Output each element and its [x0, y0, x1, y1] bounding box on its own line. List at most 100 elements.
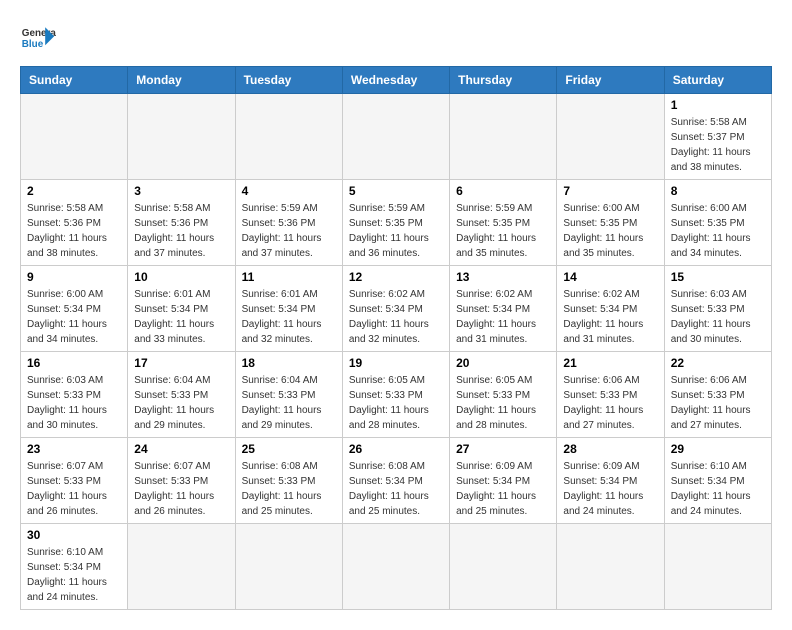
- calendar-cell: 7 Sunrise: 6:00 AMSunset: 5:35 PMDaylight…: [557, 180, 664, 266]
- day-number: 16: [27, 356, 121, 370]
- calendar-cell: [235, 94, 342, 180]
- day-number: 12: [349, 270, 443, 284]
- day-info: Sunrise: 6:02 AMSunset: 5:34 PMDaylight:…: [456, 287, 550, 347]
- day-number: 30: [27, 528, 121, 542]
- calendar-cell: 8Sunrise: 6:00 AMSunset: 5:35 PMDaylight…: [664, 180, 771, 266]
- calendar-cell: 11Sunrise: 6:01 AMSunset: 5:34 PMDayligh…: [235, 266, 342, 352]
- day-info: Sunrise: 6:01 AMSunset: 5:34 PMDaylight:…: [134, 287, 228, 347]
- day-number: 3: [134, 184, 228, 198]
- calendar-cell: 28 Sunrise: 6:09 AMSunset: 5:34 PMDayligh…: [557, 438, 664, 524]
- weekday-header: Saturday: [664, 67, 771, 94]
- calendar-week-row: 30 Sunrise: 6:10 AMSunset: 5:34 PMDayligh…: [21, 524, 772, 610]
- day-number: 24: [134, 442, 228, 456]
- calendar-cell: [557, 524, 664, 610]
- calendar-cell: 30 Sunrise: 6:10 AMSunset: 5:34 PMDayligh…: [21, 524, 128, 610]
- day-info: Sunrise: 6:00 AMSunset: 5:35 PMDaylight:…: [563, 201, 657, 261]
- calendar-cell: [450, 94, 557, 180]
- calendar-week-row: 2 Sunrise: 5:58 AMSunset: 5:36 PMDaylight…: [21, 180, 772, 266]
- calendar-cell: 9 Sunrise: 6:00 AMSunset: 5:34 PMDaylight…: [21, 266, 128, 352]
- day-info: Sunrise: 5:58 AMSunset: 5:36 PMDaylight:…: [27, 201, 121, 261]
- calendar-cell: 12 Sunrise: 6:02 AMSunset: 5:34 PMDayligh…: [342, 266, 449, 352]
- day-number: 25: [242, 442, 336, 456]
- day-number: 11: [242, 270, 336, 284]
- day-info: Sunrise: 6:05 AMSunset: 5:33 PMDaylight:…: [349, 373, 443, 433]
- day-info: Sunrise: 6:03 AMSunset: 5:33 PMDaylight:…: [27, 373, 121, 433]
- calendar-cell: 18Sunrise: 6:04 AMSunset: 5:33 PMDayligh…: [235, 352, 342, 438]
- day-info: Sunrise: 6:05 AMSunset: 5:33 PMDaylight:…: [456, 373, 550, 433]
- calendar-cell: 6Sunrise: 5:59 AMSunset: 5:35 PMDaylight…: [450, 180, 557, 266]
- calendar-cell: [21, 94, 128, 180]
- calendar-cell: 14 Sunrise: 6:02 AMSunset: 5:34 PMDayligh…: [557, 266, 664, 352]
- calendar-cell: [450, 524, 557, 610]
- day-info: Sunrise: 6:08 AMSunset: 5:34 PMDaylight:…: [349, 459, 443, 519]
- calendar-week-row: 23 Sunrise: 6:07 AMSunset: 5:33 PMDayligh…: [21, 438, 772, 524]
- weekday-header: Wednesday: [342, 67, 449, 94]
- day-info: Sunrise: 5:58 AMSunset: 5:37 PMDaylight:…: [671, 115, 765, 175]
- calendar-cell: 20Sunrise: 6:05 AMSunset: 5:33 PMDayligh…: [450, 352, 557, 438]
- day-number: 9: [27, 270, 121, 284]
- calendar-cell: [664, 524, 771, 610]
- day-number: 5: [349, 184, 443, 198]
- weekday-header: Monday: [128, 67, 235, 94]
- calendar-cell: 10 Sunrise: 6:01 AMSunset: 5:34 PMDayligh…: [128, 266, 235, 352]
- day-number: 6: [456, 184, 550, 198]
- day-info: Sunrise: 6:10 AMSunset: 5:34 PMDaylight:…: [27, 545, 121, 605]
- calendar-cell: 19Sunrise: 6:05 AMSunset: 5:33 PMDayligh…: [342, 352, 449, 438]
- day-info: Sunrise: 6:07 AMSunset: 5:33 PMDaylight:…: [134, 459, 228, 519]
- calendar-cell: 2 Sunrise: 5:58 AMSunset: 5:36 PMDaylight…: [21, 180, 128, 266]
- calendar-cell: 15 Sunrise: 6:03 AMSunset: 5:33 PMDayligh…: [664, 266, 771, 352]
- calendar-cell: 5 Sunrise: 5:59 AMSunset: 5:35 PMDaylight…: [342, 180, 449, 266]
- day-info: Sunrise: 6:09 AMSunset: 5:34 PMDaylight:…: [456, 459, 550, 519]
- day-number: 15: [671, 270, 765, 284]
- day-number: 7: [563, 184, 657, 198]
- day-info: Sunrise: 5:59 AMSunset: 5:35 PMDaylight:…: [349, 201, 443, 261]
- page-header: General Blue: [20, 20, 772, 56]
- calendar-cell: [557, 94, 664, 180]
- day-number: 28: [563, 442, 657, 456]
- day-number: 17: [134, 356, 228, 370]
- day-number: 2: [27, 184, 121, 198]
- day-number: 23: [27, 442, 121, 456]
- calendar-cell: 25 Sunrise: 6:08 AMSunset: 5:33 PMDayligh…: [235, 438, 342, 524]
- day-number: 26: [349, 442, 443, 456]
- logo: General Blue: [20, 20, 56, 56]
- calendar-cell: 27Sunrise: 6:09 AMSunset: 5:34 PMDayligh…: [450, 438, 557, 524]
- day-number: 13: [456, 270, 550, 284]
- calendar-cell: [342, 94, 449, 180]
- day-number: 10: [134, 270, 228, 284]
- day-info: Sunrise: 6:07 AMSunset: 5:33 PMDaylight:…: [27, 459, 121, 519]
- calendar-cell: 23 Sunrise: 6:07 AMSunset: 5:33 PMDayligh…: [21, 438, 128, 524]
- day-info: Sunrise: 6:00 AMSunset: 5:34 PMDaylight:…: [27, 287, 121, 347]
- day-number: 18: [242, 356, 336, 370]
- calendar-cell: 1 Sunrise: 5:58 AMSunset: 5:37 PMDaylight…: [664, 94, 771, 180]
- calendar-cell: 21Sunrise: 6:06 AMSunset: 5:33 PMDayligh…: [557, 352, 664, 438]
- day-info: Sunrise: 6:02 AMSunset: 5:34 PMDaylight:…: [349, 287, 443, 347]
- calendar-cell: 24 Sunrise: 6:07 AMSunset: 5:33 PMDayligh…: [128, 438, 235, 524]
- day-info: Sunrise: 6:06 AMSunset: 5:33 PMDaylight:…: [671, 373, 765, 433]
- weekday-header: Thursday: [450, 67, 557, 94]
- day-info: Sunrise: 6:10 AMSunset: 5:34 PMDaylight:…: [671, 459, 765, 519]
- weekday-header: Sunday: [21, 67, 128, 94]
- logo-icon: General Blue: [20, 20, 56, 56]
- day-number: 8: [671, 184, 765, 198]
- calendar-cell: 3Sunrise: 5:58 AMSunset: 5:36 PMDaylight…: [128, 180, 235, 266]
- calendar-cell: [128, 94, 235, 180]
- day-info: Sunrise: 6:09 AMSunset: 5:34 PMDaylight:…: [563, 459, 657, 519]
- calendar-cell: 16 Sunrise: 6:03 AMSunset: 5:33 PMDayligh…: [21, 352, 128, 438]
- calendar-week-row: 1 Sunrise: 5:58 AMSunset: 5:37 PMDaylight…: [21, 94, 772, 180]
- day-info: Sunrise: 6:03 AMSunset: 5:33 PMDaylight:…: [671, 287, 765, 347]
- calendar-cell: 4Sunrise: 5:59 AMSunset: 5:36 PMDaylight…: [235, 180, 342, 266]
- calendar-week-row: 16 Sunrise: 6:03 AMSunset: 5:33 PMDayligh…: [21, 352, 772, 438]
- day-number: 14: [563, 270, 657, 284]
- day-number: 4: [242, 184, 336, 198]
- day-number: 1: [671, 98, 765, 112]
- day-info: Sunrise: 6:02 AMSunset: 5:34 PMDaylight:…: [563, 287, 657, 347]
- calendar-cell: 17Sunrise: 6:04 AMSunset: 5:33 PMDayligh…: [128, 352, 235, 438]
- calendar-cell: 13 Sunrise: 6:02 AMSunset: 5:34 PMDayligh…: [450, 266, 557, 352]
- calendar-header-row: SundayMondayTuesdayWednesdayThursdayFrid…: [21, 67, 772, 94]
- calendar-cell: 29Sunrise: 6:10 AMSunset: 5:34 PMDayligh…: [664, 438, 771, 524]
- day-number: 21: [563, 356, 657, 370]
- weekday-header: Tuesday: [235, 67, 342, 94]
- calendar-cell: [235, 524, 342, 610]
- day-info: Sunrise: 6:08 AMSunset: 5:33 PMDaylight:…: [242, 459, 336, 519]
